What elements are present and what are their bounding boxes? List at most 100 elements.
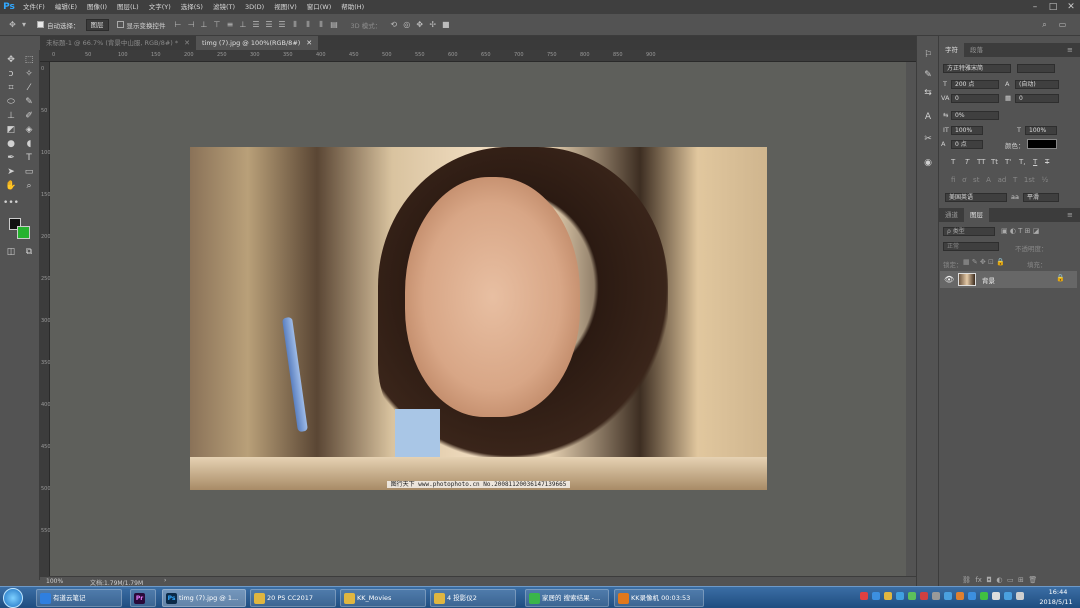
3d-rotate-icon[interactable]: ⟲ xyxy=(389,20,398,29)
underline-button[interactable]: T xyxy=(1033,158,1037,166)
3d-roll-icon[interactable]: ◎ xyxy=(402,20,411,29)
faux-bold-button[interactable]: T xyxy=(951,158,955,166)
menu-image[interactable]: 图像(I) xyxy=(82,0,112,14)
small-caps-button[interactable]: Tt xyxy=(991,158,998,166)
taskbar-item[interactable]: 家居的 搜索结果 -... xyxy=(525,589,609,607)
brush-tool-icon[interactable]: ✎ xyxy=(21,95,37,109)
tray-icon[interactable] xyxy=(968,592,976,600)
panel-menu-icon[interactable]: ≡ xyxy=(1067,43,1073,57)
strikethrough-button[interactable]: T xyxy=(1045,158,1049,166)
align-middle-icon[interactable]: ≡ xyxy=(226,20,235,29)
history-icon[interactable]: ⚐ xyxy=(920,48,936,62)
tray-icon[interactable] xyxy=(884,592,892,600)
tracking-field[interactable]: 0 xyxy=(1015,94,1059,103)
distribute-right-icon[interactable]: ⦀ xyxy=(317,20,326,29)
menu-file[interactable]: 文件(F) xyxy=(18,0,50,14)
3d-icon[interactable]: ◉ xyxy=(920,156,936,170)
tab-untitled[interactable]: 未标题-1 @ 66.7% (背景中山服, RGB/8#) * ✕ xyxy=(40,36,196,50)
vertical-scale-field[interactable]: 100% xyxy=(951,126,983,135)
tab-timg[interactable]: timg (7).jpg @ 100%(RGB/8#) ✕ xyxy=(196,36,319,50)
document-image[interactable]: 图行天下 www.photophoto.cn No.20081120036147… xyxy=(190,147,767,490)
tray-icon[interactable] xyxy=(908,592,916,600)
chevron-right-icon[interactable]: › xyxy=(164,577,166,584)
3d-pan-icon[interactable]: ✥ xyxy=(415,20,424,29)
eyedropper-icon[interactable]: ⁄ xyxy=(21,81,37,95)
panel-menu-icon[interactable]: ≡ xyxy=(1067,208,1073,222)
dodge-tool-icon[interactable]: ◖ xyxy=(21,137,37,151)
quick-mask-icon[interactable]: ◫ xyxy=(3,245,19,259)
font-family-select[interactable]: 方正特雅宋简 xyxy=(943,64,1011,73)
taskbar-item[interactable]: 20 PS CC2017 xyxy=(250,589,336,607)
language-select[interactable]: 美国英语 xyxy=(945,193,1007,202)
taskbar-item[interactable]: Ps timg (7).jpg @ 1... xyxy=(162,589,246,607)
taskbar-item[interactable]: 有道云笔记 xyxy=(36,589,122,607)
menu-window[interactable]: 窗口(W) xyxy=(302,0,337,14)
close-icon[interactable]: ✕ xyxy=(1064,0,1078,14)
paint-bucket-icon[interactable]: ◈ xyxy=(21,123,37,137)
layer-footer-icons[interactable]: ⛓ fx ◘ ◐ ▭ ⊞ 🗑 xyxy=(962,576,1037,584)
auto-select-dropdown[interactable]: 图层 xyxy=(85,18,109,31)
distribute-top-icon[interactable]: ☰ xyxy=(252,20,261,29)
close-icon[interactable]: ✕ xyxy=(184,36,190,50)
eraser-icon[interactable]: ◩ xyxy=(3,123,19,137)
distribute-center-icon[interactable]: ⦀ xyxy=(304,20,313,29)
auto-select-checkbox[interactable] xyxy=(37,21,44,28)
tab-layers[interactable]: 图层 xyxy=(964,208,989,222)
menu-select[interactable]: 选择(S) xyxy=(176,0,208,14)
show-transform-checkbox[interactable] xyxy=(116,21,124,28)
distribute-middle-icon[interactable]: ☰ xyxy=(265,20,274,29)
layer-filter-icons[interactable]: ▣ ◐ T ⊞ ◪ xyxy=(1001,227,1039,235)
baseline-field[interactable]: 0 点 xyxy=(951,140,983,149)
more-tools-icon[interactable]: ••• xyxy=(3,196,19,210)
hand-tool-icon[interactable]: ✋ xyxy=(3,179,19,193)
paragraph-icon[interactable]: ✂ xyxy=(920,132,936,146)
background-color-swatch[interactable] xyxy=(17,226,30,239)
marquee-tool-icon[interactable]: ⬚ xyxy=(21,53,37,67)
path-select-icon[interactable]: ➤ xyxy=(3,165,19,179)
character-icon[interactable]: A xyxy=(920,110,936,124)
pen-tool-icon[interactable]: ✒ xyxy=(3,151,19,165)
search-icon[interactable]: ⌕ xyxy=(1040,20,1049,29)
taskbar-item[interactable]: 4 投影仪2 xyxy=(430,589,516,607)
3d-slide-icon[interactable]: ✢ xyxy=(428,20,437,29)
rectangle-tool-icon[interactable]: ▭ xyxy=(21,165,37,179)
align-left-icon[interactable]: ⊢ xyxy=(174,20,183,29)
taskbar-item[interactable]: KK录像机 00:03:53 xyxy=(614,589,704,607)
move-tool-icon[interactable]: ✥ xyxy=(3,53,19,67)
font-style-select[interactable] xyxy=(1017,64,1055,73)
lock-icon[interactable]: 🔒 xyxy=(1056,274,1065,282)
move-tool-icon[interactable]: ✥ xyxy=(8,20,17,29)
zoom-level[interactable]: 100% xyxy=(46,578,63,585)
tray-icon[interactable] xyxy=(932,592,940,600)
anti-alias-select[interactable]: 平滑 xyxy=(1023,193,1059,202)
distribute-left-icon[interactable]: ⦀ xyxy=(291,20,300,29)
tray-icon[interactable] xyxy=(920,592,928,600)
tray-icon[interactable] xyxy=(992,592,1000,600)
blur-tool-icon[interactable]: ● xyxy=(3,137,19,151)
layer-row-background[interactable]: 👁 背景 🔒 xyxy=(940,271,1077,288)
tray-icon[interactable] xyxy=(872,592,880,600)
subscript-button[interactable]: T, xyxy=(1019,158,1026,166)
chevron-down-icon[interactable]: ▾ xyxy=(21,20,27,29)
align-center-icon[interactable]: ⊣ xyxy=(187,20,196,29)
clock-time[interactable]: 16:44 xyxy=(1040,588,1076,596)
type-tool-icon[interactable]: T xyxy=(21,151,37,165)
align-bottom-icon[interactable]: ⊥ xyxy=(239,20,248,29)
menu-edit[interactable]: 编辑(E) xyxy=(50,0,82,14)
brush-preset-icon[interactable]: ✎ xyxy=(920,68,936,82)
tray-icon[interactable] xyxy=(1016,592,1024,600)
taskbar-item[interactable]: KK_Movies xyxy=(340,589,426,607)
tab-character[interactable]: 字符 xyxy=(939,43,964,57)
healing-brush-icon[interactable]: ⬭ xyxy=(3,95,19,109)
faux-italic-button[interactable]: T xyxy=(965,158,969,166)
menu-view[interactable]: 视图(V) xyxy=(269,0,302,14)
tray-icon[interactable] xyxy=(944,592,952,600)
kerning-field[interactable]: 0 xyxy=(951,94,999,103)
clock-date[interactable]: 2018/5/11 xyxy=(1036,598,1076,606)
text-color-swatch[interactable] xyxy=(1027,139,1057,149)
minimize-icon[interactable]: – xyxy=(1028,0,1042,14)
history-brush-icon[interactable]: ✐ xyxy=(21,109,37,123)
menu-3d[interactable]: 3D(D) xyxy=(240,0,269,14)
layer-name[interactable]: 背景 xyxy=(982,275,995,285)
menu-type[interactable]: 文字(Y) xyxy=(144,0,176,14)
